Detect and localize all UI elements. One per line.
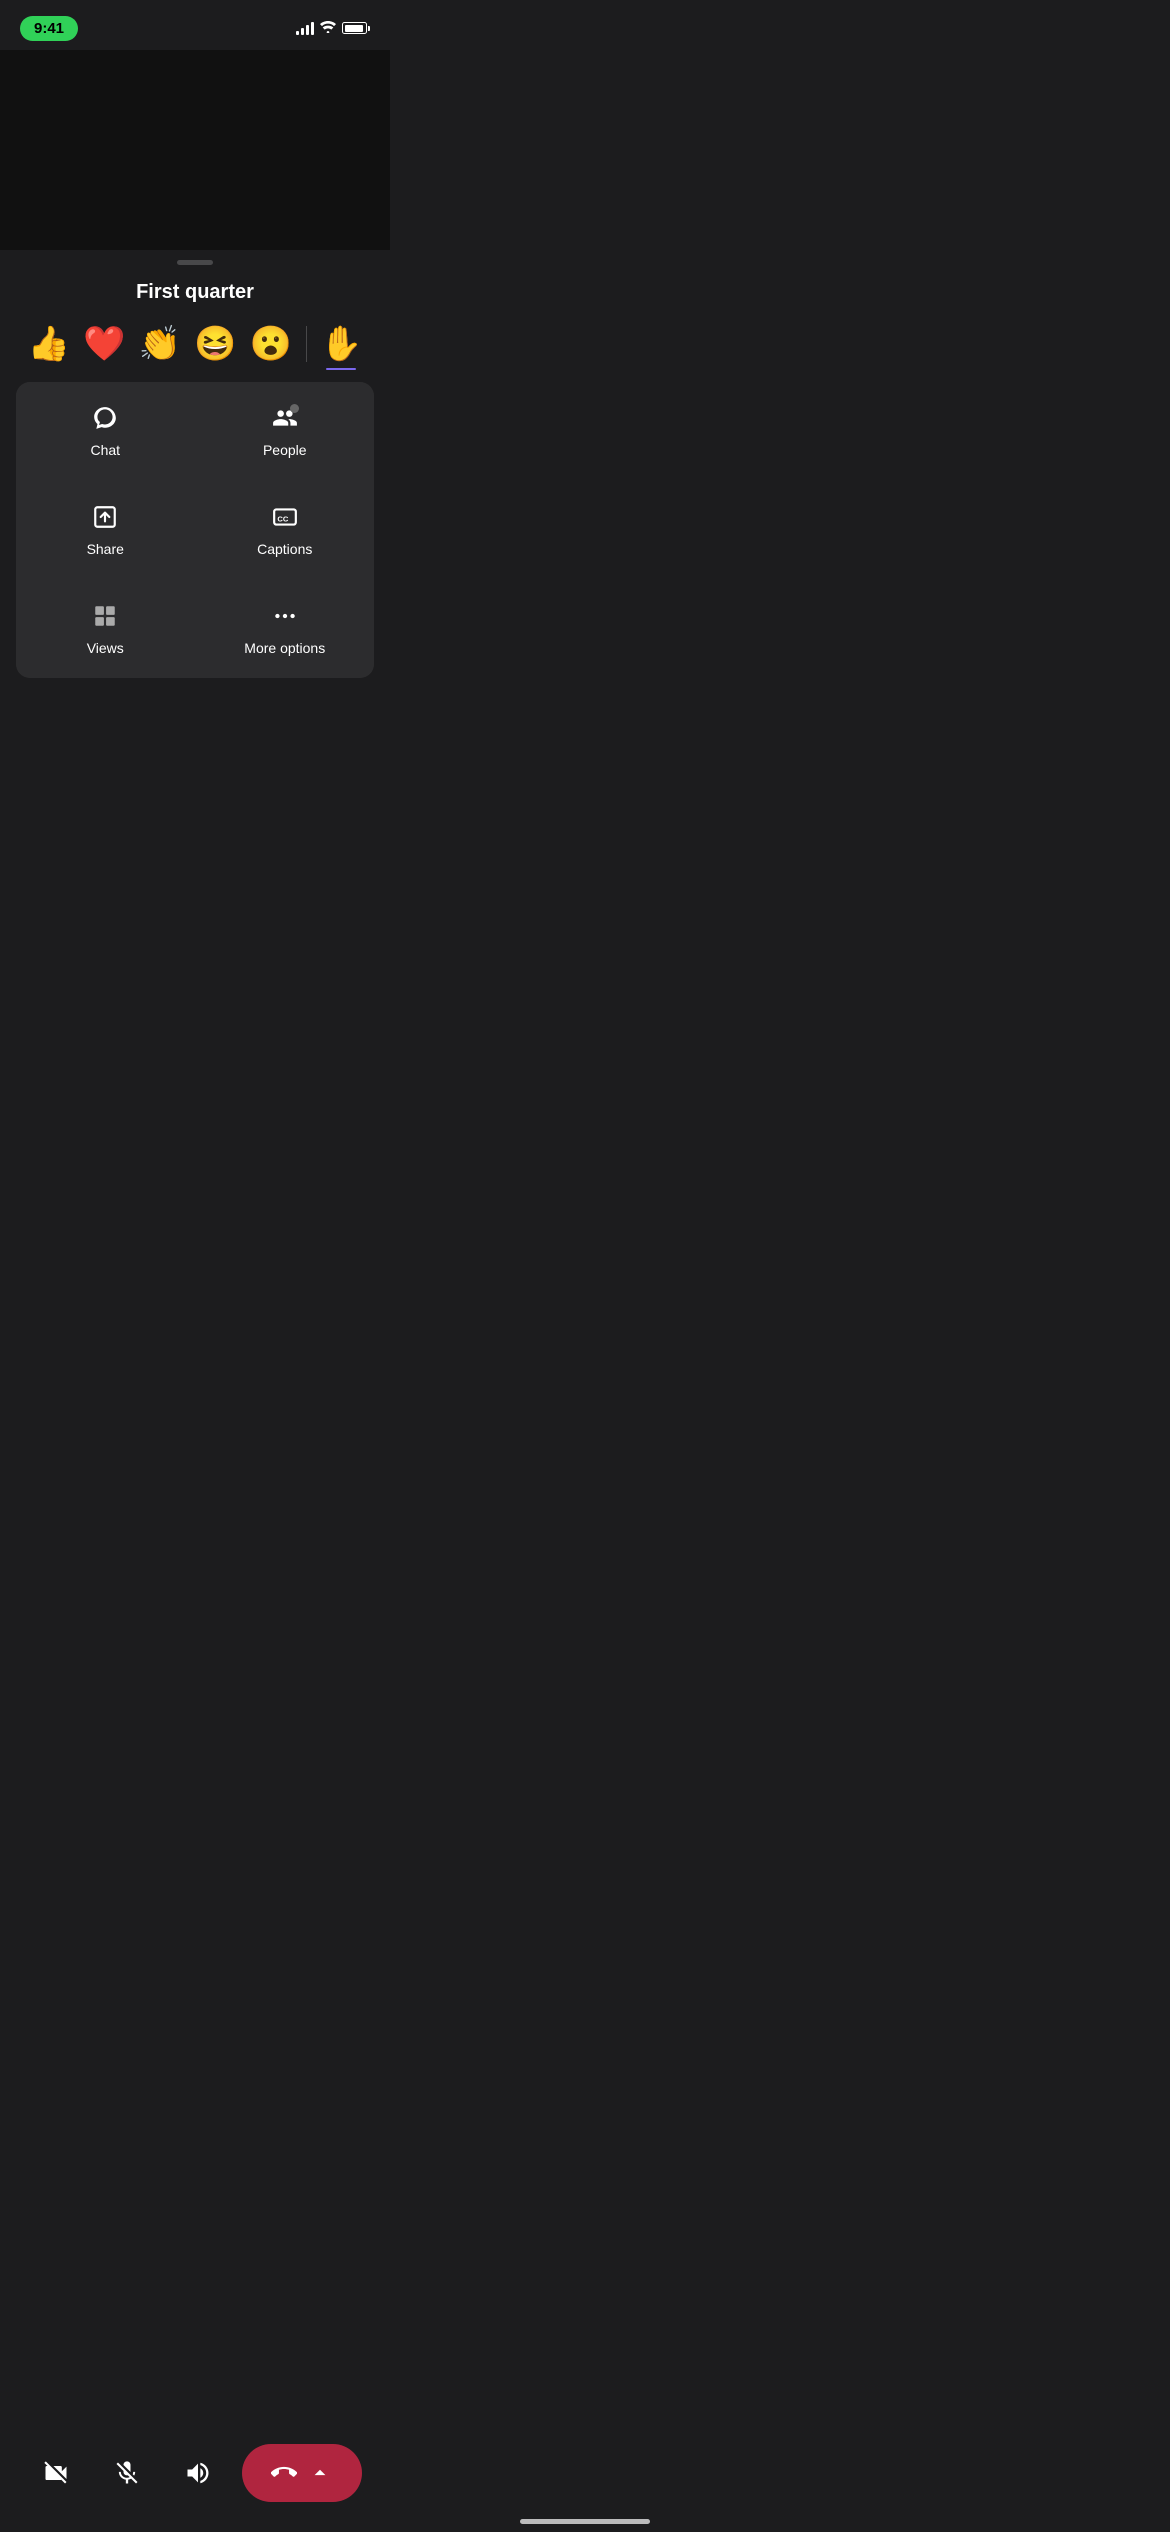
people-badge-dot <box>290 404 299 413</box>
chat-label: Chat <box>90 442 120 458</box>
views-button[interactable]: Views <box>16 580 195 678</box>
end-call-button[interactable] <box>242 2444 362 2502</box>
video-toggle-button[interactable] <box>29 2446 83 2500</box>
sheet-title: First quarter <box>0 271 390 324</box>
wifi-icon <box>320 21 336 36</box>
raise-hand-button[interactable]: ✋ <box>317 324 367 364</box>
more-options-icon <box>271 602 299 630</box>
captions-button[interactable]: CC Captions <box>196 481 375 579</box>
more-options-label: More options <box>244 640 325 656</box>
chat-icon <box>91 404 119 432</box>
action-grid: Chat People Share <box>16 382 374 678</box>
signal-icon <box>296 22 314 35</box>
share-icon <box>91 503 119 531</box>
bottom-sheet: First quarter 👍 ❤️ 👏 😆 😮 ✋ Chat <box>0 250 390 698</box>
status-time: 9:41 <box>20 16 78 41</box>
emoji-surprised[interactable]: 😮 <box>246 327 296 361</box>
status-icons <box>296 21 370 36</box>
end-call-icon <box>271 2460 297 2486</box>
views-label: Views <box>87 640 124 656</box>
emoji-bar: 👍 ❤️ 👏 😆 😮 ✋ <box>0 324 390 382</box>
people-label: People <box>263 442 307 458</box>
share-label: Share <box>87 541 124 557</box>
people-icon <box>271 404 299 432</box>
chat-button[interactable]: Chat <box>16 382 195 480</box>
emoji-clapping[interactable]: 👏 <box>135 327 185 361</box>
emoji-divider <box>306 326 307 362</box>
svg-text:CC: CC <box>277 514 288 523</box>
captions-icon: CC <box>271 503 299 531</box>
home-indicator <box>520 2519 650 2524</box>
emoji-thumbs-up[interactable]: 👍 <box>24 327 74 361</box>
mic-toggle-button[interactable] <box>100 2446 154 2500</box>
emoji-laughing[interactable]: 😆 <box>191 327 241 361</box>
drag-handle[interactable] <box>0 250 390 271</box>
people-button[interactable]: People <box>196 382 375 480</box>
views-icon <box>91 602 119 630</box>
call-controls <box>0 2444 390 2502</box>
emoji-heart[interactable]: ❤️ <box>80 327 130 361</box>
chevron-up-icon <box>307 2460 333 2486</box>
battery-icon <box>342 22 370 34</box>
more-options-button[interactable]: More options <box>196 580 375 678</box>
captions-label: Captions <box>257 541 312 557</box>
video-area <box>0 50 390 250</box>
share-button[interactable]: Share <box>16 481 195 579</box>
audio-button[interactable] <box>171 2446 225 2500</box>
status-bar: 9:41 <box>0 0 390 50</box>
